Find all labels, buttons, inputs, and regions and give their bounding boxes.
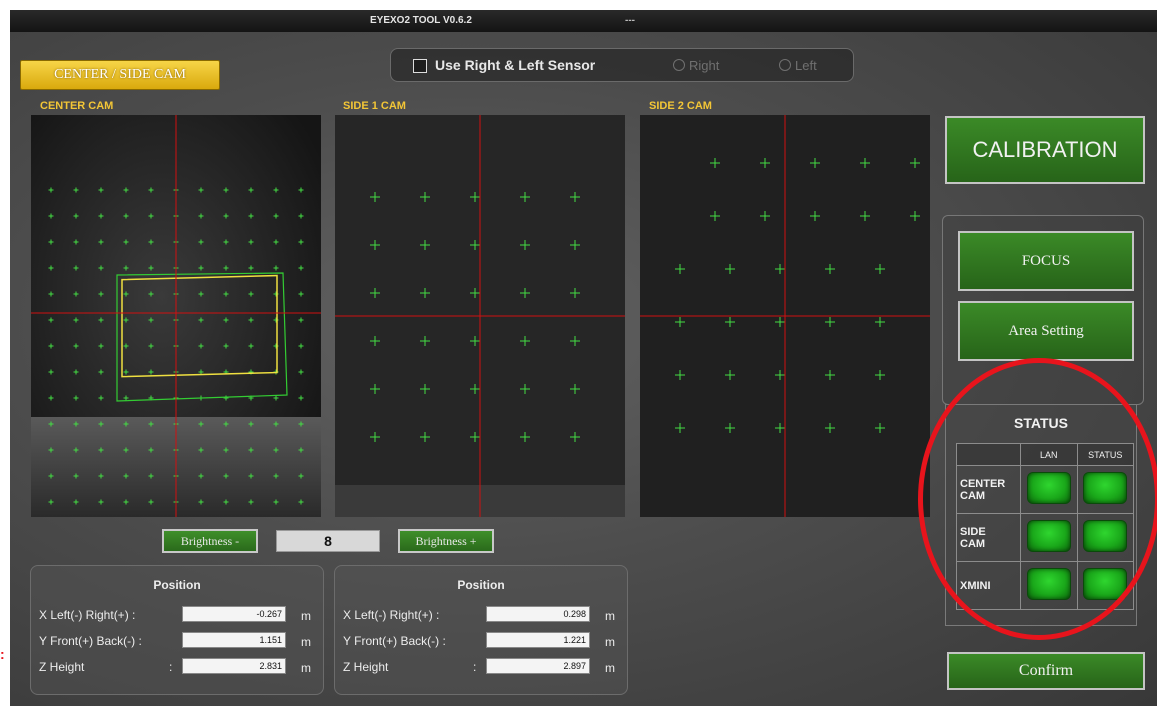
position-y-label: Y Front(+) Back(-) : (343, 634, 446, 648)
radio-right-label: Right (689, 58, 720, 73)
position-x-unit: m (605, 609, 615, 623)
radio-circle-icon (673, 59, 685, 71)
position-x-row: X Left(-) Right(+) : -0.267 m (39, 606, 323, 624)
position-z-label: Z Height (343, 660, 389, 674)
center-cam-label: CENTER CAM (40, 100, 114, 112)
position-x-label: X Left(-) Right(+) : (343, 608, 440, 622)
brightness-plus-button[interactable]: Brightness + (398, 529, 494, 553)
use-sensor-label: Use Right & Left Sensor (435, 57, 596, 73)
center-cam-overlay (31, 115, 321, 517)
brightness-minus-button[interactable]: Brightness - (162, 529, 258, 553)
position-y-value[interactable]: 1.221 (486, 632, 590, 648)
brightness-value: 8 (276, 530, 380, 552)
position-y-value[interactable]: 1.151 (182, 632, 286, 648)
position-z-row: Z Height : 2.831 m (39, 658, 323, 676)
position-x-unit: m (301, 609, 311, 623)
annotation-circle (918, 358, 1157, 640)
position-z-value[interactable]: 2.897 (486, 658, 590, 674)
position-x-value[interactable]: 0.298 (486, 606, 590, 622)
radio-circle-icon (779, 59, 791, 71)
position-z-label: Z Height (39, 660, 85, 674)
position-z-row: Z Height : 2.897 m (343, 658, 627, 676)
position-x-label: X Left(-) Right(+) : (39, 608, 136, 622)
position-z-unit: m (301, 661, 311, 675)
side2-cam-overlay (640, 115, 930, 517)
side1-cam-overlay (335, 115, 625, 517)
position-z-colon: : (169, 660, 173, 674)
radio-right[interactable]: Right (673, 58, 719, 73)
radio-left[interactable]: Left (779, 58, 817, 73)
window-status: --- (625, 15, 635, 26)
position-title: Position (153, 578, 201, 592)
position-x-row: X Left(-) Right(+) : 0.298 m (343, 606, 627, 624)
side2-cam-label: SIDE 2 CAM (649, 100, 712, 112)
side2-cam-view[interactable] (640, 115, 930, 517)
position-y-row: Y Front(+) Back(-) : 1.221 m (343, 632, 627, 650)
position-panel-right: Position X Left(-) Right(+) : 0.298 m Y … (334, 565, 628, 695)
position-panel-left: Position X Left(-) Right(+) : -0.267 m Y… (30, 565, 324, 695)
sensor-selector: Use Right & Left Sensor Right Left (390, 48, 854, 82)
position-y-unit: m (605, 635, 615, 649)
position-z-unit: m (605, 661, 615, 675)
annotation-edge-mark: : (0, 646, 5, 662)
position-x-value[interactable]: -0.267 (182, 606, 286, 622)
area-setting-button[interactable]: Area Setting (958, 301, 1134, 361)
calibration-button[interactable]: CALIBRATION (945, 116, 1145, 184)
position-y-unit: m (301, 635, 311, 649)
position-z-colon: : (473, 660, 477, 674)
position-title: Position (457, 578, 505, 592)
position-y-label: Y Front(+) Back(-) : (39, 634, 142, 648)
radio-left-label: Left (795, 58, 817, 73)
title-bar: EYEXO2 TOOL V0.6.2 --- (10, 10, 1157, 32)
position-z-value[interactable]: 2.831 (182, 658, 286, 674)
side1-cam-label: SIDE 1 CAM (343, 100, 406, 112)
position-y-row: Y Front(+) Back(-) : 1.151 m (39, 632, 323, 650)
use-sensor-checkbox[interactable] (413, 59, 427, 73)
side1-cam-view[interactable] (335, 115, 625, 517)
focus-button[interactable]: FOCUS (958, 231, 1134, 291)
center-cam-view[interactable] (31, 115, 321, 517)
window-title: EYEXO2 TOOL V0.6.2 (370, 15, 472, 26)
center-side-cam-tab[interactable]: CENTER / SIDE CAM (20, 60, 220, 90)
confirm-button[interactable]: Confirm (947, 652, 1145, 690)
